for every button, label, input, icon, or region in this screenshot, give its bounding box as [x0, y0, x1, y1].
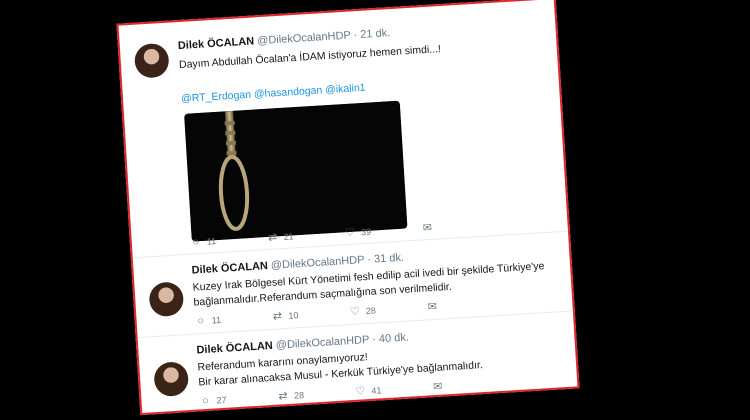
tweet-time[interactable]: · 31 dk.: [367, 252, 404, 266]
reply-icon: ○: [192, 236, 200, 249]
avatar[interactable]: [148, 281, 185, 318]
retweet-button[interactable]: ⇄ 28: [277, 388, 305, 403]
retweet-icon: ⇄: [267, 231, 278, 244]
heart-icon: ♡: [344, 226, 356, 240]
tweet[interactable]: Dilek ÖCALAN @DilekOcalanHDP · 21 dk. Da…: [119, 0, 568, 257]
envelope-icon: ✉: [432, 380, 443, 394]
heart-icon: ♡: [355, 385, 366, 398]
message-button[interactable]: ✉: [431, 379, 449, 394]
reply-button[interactable]: ○ 27: [199, 394, 227, 408]
reply-button[interactable]: ○ 11: [190, 235, 217, 249]
tweet-time[interactable]: · 40 dk.: [372, 332, 409, 346]
author-handle[interactable]: @DilekOcalanHDP: [275, 334, 369, 352]
reply-button[interactable]: ○ 11: [194, 314, 221, 328]
message-button[interactable]: ✉: [421, 221, 439, 235]
tweet-screenshot-card: Dilek ÖCALAN @DilekOcalanHDP · 21 dk. Da…: [116, 0, 580, 416]
like-button[interactable]: ♡ 41: [354, 383, 382, 398]
like-button[interactable]: ♡ 28: [348, 304, 377, 319]
avatar[interactable]: [153, 361, 190, 398]
retweet-button[interactable]: ⇄ 10: [271, 308, 299, 323]
author-name[interactable]: Dilek ÖCALAN: [196, 340, 273, 357]
reply-icon: ○: [201, 394, 210, 408]
noose-image: [184, 100, 408, 242]
retweet-icon: ⇄: [272, 310, 283, 323]
message-button[interactable]: ✉: [426, 299, 444, 314]
retweet-button[interactable]: ⇄ 21: [266, 229, 294, 244]
envelope-icon: ✉: [422, 221, 433, 235]
tweet-mentions[interactable]: @RT_Erdogan @hasandogan @ikalin1: [181, 81, 366, 107]
reply-icon: ○: [197, 315, 205, 328]
tweet-time[interactable]: · 21 dk.: [353, 27, 390, 41]
author-name[interactable]: Dilek ÖCALAN: [178, 35, 255, 52]
like-button[interactable]: ♡ 39: [344, 225, 372, 240]
avatar[interactable]: [133, 42, 170, 79]
author-handle[interactable]: @DilekOcalanHDP: [271, 254, 365, 272]
tweet-image[interactable]: [184, 100, 408, 242]
retweet-icon: ⇄: [278, 390, 288, 403]
heart-icon: ♡: [349, 305, 361, 319]
envelope-icon: ✉: [427, 300, 438, 314]
author-handle[interactable]: @DilekOcalanHDP: [257, 30, 351, 48]
author-name[interactable]: Dilek ÖCALAN: [191, 260, 268, 277]
